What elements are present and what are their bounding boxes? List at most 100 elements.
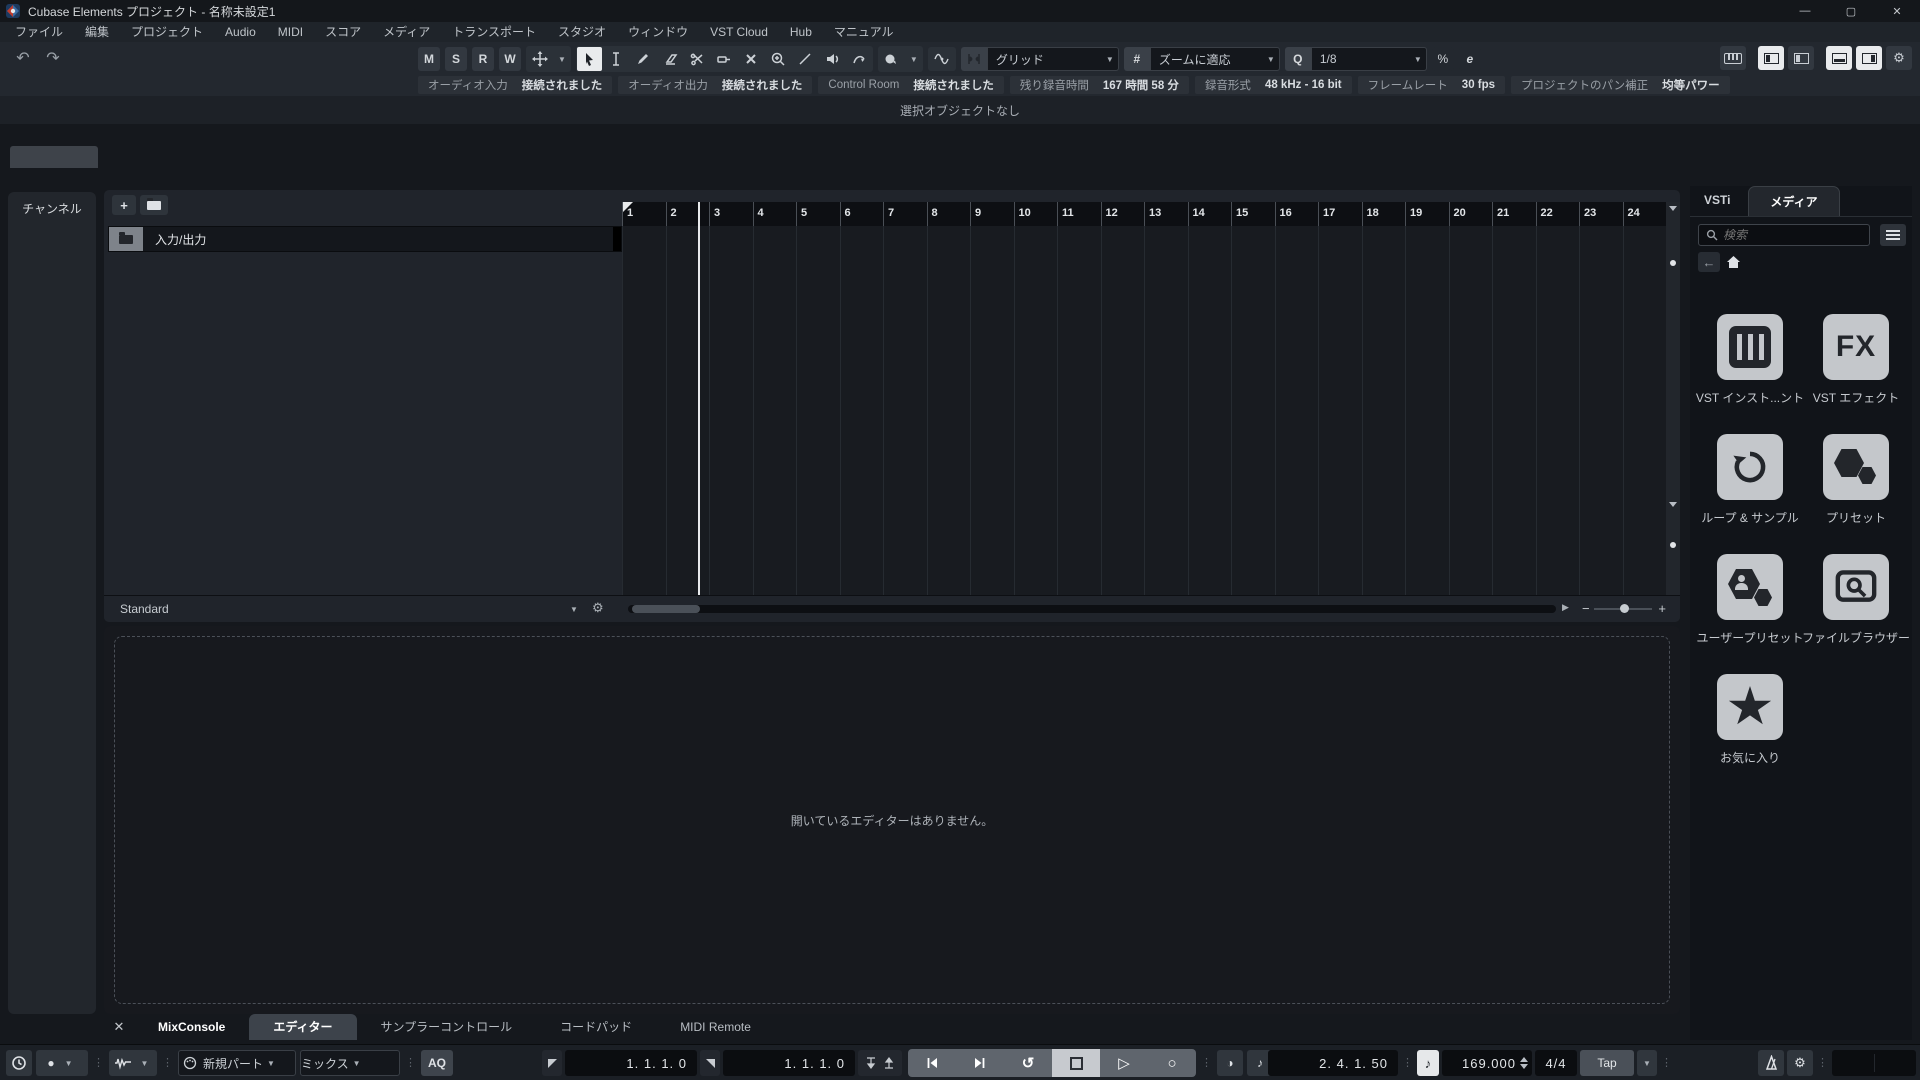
minimize-button[interactable]: — (1782, 0, 1828, 22)
erase-tool[interactable] (658, 47, 683, 71)
media-tile[interactable]: ユーザープリセット (1698, 554, 1802, 646)
quantize-panel-button[interactable]: e (1459, 47, 1481, 71)
add-track-button[interactable]: + (112, 195, 136, 215)
vertical-scrollbar[interactable] (1666, 202, 1680, 596)
menu-item[interactable]: トランスポート (441, 22, 547, 42)
undo-button[interactable]: ↶ (12, 46, 34, 70)
ruler-bar[interactable]: 20 (1449, 202, 1493, 226)
left-locator-display[interactable]: 1. 1. 1. 0 (565, 1050, 697, 1076)
timeline-ruler[interactable]: 123456789101112131415161718192021222324 (622, 202, 1666, 227)
draw-tool[interactable] (631, 47, 656, 71)
menu-item[interactable]: Audio (214, 22, 267, 42)
media-tile[interactable]: FXVST エフェクト (1804, 314, 1908, 406)
solo-all-button[interactable]: S (445, 47, 467, 71)
menu-item[interactable]: メディア (372, 22, 441, 42)
ruler-options-caret[interactable] (1669, 206, 1677, 211)
auto-quantize-button[interactable]: AQ (421, 1050, 453, 1076)
mute-tool[interactable] (739, 47, 764, 71)
ruler-bar[interactable]: 6 (840, 202, 884, 226)
status-item[interactable]: オーディオ入力接続されました (418, 76, 612, 94)
media-tile-button[interactable] (1717, 314, 1783, 380)
ruler-bar[interactable]: 14 (1188, 202, 1232, 226)
home-icon[interactable] (1726, 255, 1741, 269)
media-tile-button[interactable] (1717, 434, 1783, 500)
right-locator-display[interactable]: 1. 1. 1. 0 (723, 1050, 855, 1076)
ruler-bar[interactable]: 22 (1536, 202, 1580, 226)
status-item[interactable]: オーディオ出力接続されました (618, 76, 812, 94)
goto-left-locator-button[interactable] (542, 1050, 562, 1076)
zoom-slider-thumb[interactable] (1620, 604, 1629, 613)
track-preset-button[interactable] (140, 195, 168, 215)
track-name[interactable]: 入力/出力 (143, 231, 613, 248)
ruler-bar[interactable]: 2 (666, 202, 710, 226)
media-tile-button[interactable] (1823, 434, 1889, 500)
ruler-bar[interactable]: 5 (796, 202, 840, 226)
play-tool[interactable] (820, 47, 845, 71)
close-lower-zone-icon[interactable]: ✕ (104, 1014, 134, 1040)
ruler-bar[interactable]: 21 (1492, 202, 1536, 226)
track-folder-cell[interactable] (109, 227, 143, 251)
metronome-button[interactable] (1758, 1050, 1784, 1076)
results-view-button[interactable] (1880, 224, 1906, 246)
ruler-bar[interactable]: 7 (883, 202, 927, 226)
tempo-options-caret[interactable]: ▼ (1637, 1050, 1657, 1076)
midi-record-target-dropdown[interactable]: 新規パート ▼ (178, 1050, 296, 1076)
goto-start-button[interactable] (908, 1049, 956, 1077)
media-tile-button[interactable]: FX (1823, 314, 1889, 380)
menu-item[interactable]: ウィンドウ (617, 22, 699, 42)
lower-zone-tab[interactable]: MIDI Remote (656, 1014, 775, 1040)
horizontal-scrollbar[interactable] (628, 605, 1556, 613)
goto-right-locator-button[interactable] (700, 1050, 720, 1076)
media-tile[interactable]: ファイルブラウザー (1804, 554, 1908, 646)
maximize-button[interactable]: ▢ (1828, 0, 1874, 22)
track-row[interactable]: 入力/出力 (108, 226, 622, 252)
write-automation-button[interactable]: W (499, 47, 521, 71)
tempo-spinner[interactable] (1516, 1057, 1528, 1069)
metronome-setup-gear-icon[interactable]: ⚙ (1787, 1050, 1813, 1076)
split-tool[interactable] (685, 47, 710, 71)
close-button[interactable]: ✕ (1874, 0, 1920, 22)
media-tile-button[interactable] (1717, 674, 1783, 740)
snap-button[interactable] (961, 47, 987, 71)
ruler-bar[interactable]: 1 (622, 202, 666, 226)
horizontal-zoom-slider[interactable]: − + (1582, 596, 1666, 622)
ruler-bar[interactable]: 11 (1057, 202, 1101, 226)
zoom-in-icon[interactable]: + (1658, 601, 1666, 616)
goto-end-button[interactable] (956, 1049, 1004, 1077)
stop-button[interactable] (1052, 1049, 1100, 1077)
mute-all-button[interactable]: M (418, 47, 440, 71)
color-menu-icon[interactable] (879, 47, 904, 71)
setup-toolbar-button[interactable]: ⚙ (1886, 46, 1912, 70)
track-scale-caret[interactable] (1669, 502, 1677, 507)
menu-item[interactable]: マニュアル (823, 22, 905, 42)
ruler-bar[interactable]: 10 (1014, 202, 1058, 226)
zero-crossing-button[interactable] (928, 47, 956, 71)
track-scale-preset[interactable]: Standard (120, 602, 169, 616)
precount-click-button[interactable]: ◑ (1217, 1050, 1243, 1076)
lower-zone-toggle[interactable] (1826, 46, 1852, 70)
select-tool[interactable] (577, 47, 602, 71)
record-mode-dropdown[interactable]: ●▼ (36, 1050, 88, 1076)
menu-item[interactable]: 編集 (74, 22, 120, 42)
project-window-tab[interactable] (10, 146, 98, 168)
menu-item[interactable]: ファイル (4, 22, 74, 42)
tempo-track-toggle[interactable]: ♪ (1417, 1050, 1439, 1076)
ruler-bar[interactable]: 15 (1231, 202, 1275, 226)
status-item[interactable]: フレームレート30 fps (1358, 76, 1505, 94)
ruler-bar[interactable]: 23 (1579, 202, 1623, 226)
time-signature-display[interactable]: 4/4 (1535, 1050, 1577, 1076)
event-display-grid[interactable] (622, 226, 1666, 596)
onscreen-keyboard-button[interactable] (1720, 46, 1746, 70)
read-automation-button[interactable]: R (472, 47, 494, 71)
track-scale-gear-icon[interactable]: ⚙ (592, 600, 604, 616)
status-item[interactable]: プロジェクトのパン補正均等パワー (1511, 76, 1730, 94)
track-scale-caret[interactable]: ▼ (570, 605, 578, 614)
ruler-bar[interactable]: 17 (1318, 202, 1362, 226)
status-item[interactable]: 録音形式48 kHz - 16 bit (1195, 76, 1352, 94)
ruler-bar[interactable]: 19 (1405, 202, 1449, 226)
zoom-tool[interactable] (766, 47, 791, 71)
ruler-bar[interactable]: 12 (1101, 202, 1145, 226)
redo-button[interactable]: ↷ (42, 46, 64, 70)
tab-media[interactable]: メディア (1748, 186, 1840, 216)
ruler-bar[interactable]: 18 (1362, 202, 1406, 226)
